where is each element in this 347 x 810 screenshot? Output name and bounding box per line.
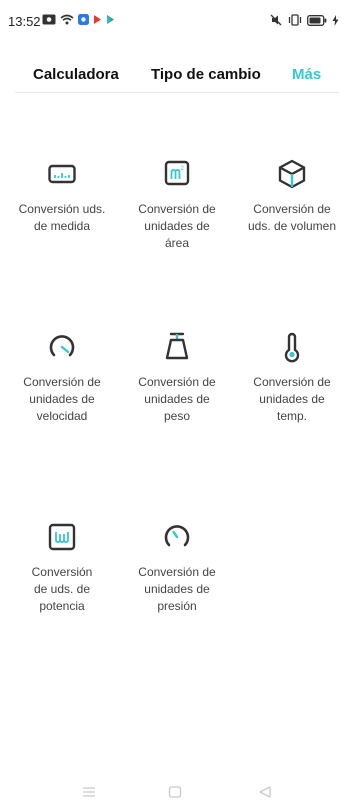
tool-label: Conversión de unidades de presión [138,565,216,613]
tool-length-conversion[interactable]: Conversión uds. de medida [4,157,120,235]
thermometer-icon [284,332,300,363]
volume-cube-icon [278,159,306,189]
svg-text:2: 2 [181,166,185,172]
tool-speed-conversion[interactable]: Conversión de unidades de velocidad [4,330,120,425]
wifi-icon [60,14,74,25]
mute-vibrate-icon [270,14,282,26]
tool-temperature-conversion[interactable]: Conversión de unidades de temp. [234,330,347,425]
tab-calculadora[interactable]: Calculadora [33,66,119,83]
tool-label: Conversión de unidades de área [138,202,216,250]
tool-weight-conversion[interactable]: Conversión de unidades de peso [119,330,235,425]
weight-icon [165,332,189,360]
charging-icon [332,14,339,26]
vibrate-icon [288,14,302,26]
photo-icon [42,14,56,25]
ruler-icon [48,164,76,184]
tool-power-conversion[interactable]: Conversión de uds. de potencia [4,520,120,615]
tab-mas[interactable]: Más [292,66,321,83]
tool-label: Conversión de unidades de velocidad [23,375,101,423]
play-store-icon [107,15,114,24]
tool-label: Conversión de uds. de volumen [247,202,337,233]
play-red-icon [94,15,101,24]
tab-tipo-de-cambio[interactable]: Tipo de cambio [151,66,261,83]
tab-divider [15,92,339,93]
tool-volume-conversion[interactable]: Conversión de uds. de volumen [234,157,347,235]
tool-label: Conversión de unidades de peso [138,375,216,423]
power-icon [48,523,76,551]
tab-bar: Calculadora Tipo de cambio Más [0,66,347,86]
battery-icon [307,14,327,26]
status-icons-right [269,14,339,26]
status-bar: 13:52 [0,0,347,40]
navigation-bar [0,786,347,810]
tool-label: Conversión uds. de medida [18,202,106,233]
area-icon: 2 [164,160,190,186]
tool-label: Conversión de uds. de potencia [31,565,93,613]
status-time: 13:52 [8,14,41,29]
tool-pressure-conversion[interactable]: Conversión de unidades de presión [119,520,235,615]
back-icon[interactable] [258,786,272,798]
home-icon[interactable] [168,786,182,798]
app-notification-icon [78,14,89,25]
tool-label: Conversión de unidades de temp. [253,375,331,423]
status-icons-left [42,14,115,25]
menu-icon[interactable] [82,786,96,798]
tool-area-conversion[interactable]: 2 Conversión de unidades de área [119,157,235,252]
pressure-gauge-icon [164,525,190,547]
speedometer-icon [49,335,75,357]
